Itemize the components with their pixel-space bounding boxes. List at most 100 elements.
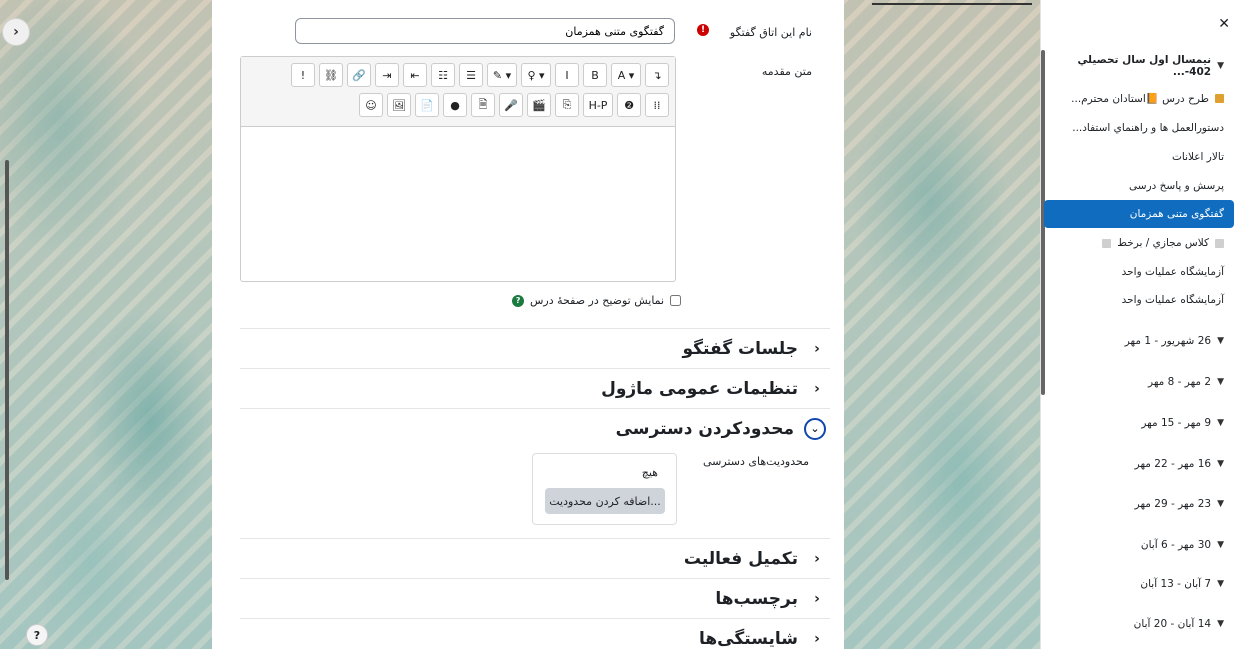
drawer-item-label: 23 مهر - 29 مهر — [1134, 498, 1212, 510]
section-title: برچسب‌ها — [715, 588, 798, 609]
toolbar-button-label: ☷ — [438, 68, 448, 82]
show-description-checkbox[interactable] — [670, 295, 682, 306]
chat-name-input[interactable] — [295, 18, 675, 44]
restrictions-none: هیچ — [641, 466, 658, 479]
toolbar-button-label: ● — [450, 98, 460, 112]
drawer-item[interactable]: گفتگوی متنی همزمان — [1044, 200, 1234, 228]
section-common-settings[interactable]: تنظیمات عمومی ماژول › — [240, 368, 830, 408]
intro-editor[interactable]: ! ⛓ 🔗 ⇥ ⇤ ☷ ☰ ✎ ▾ ♀ ▾ I B A ▾ ↴ ☺ 🖼 📄 ● 🗎 🎤 🎬 ⎘ H-P ❷ ⁞⁞ — [240, 56, 676, 282]
section-title: جلسات گفتگو — [682, 338, 798, 359]
toolbar-button[interactable]: 🎬 — [527, 93, 551, 117]
drawer-item[interactable]: تالار اعلانات — [1044, 143, 1234, 171]
drawer-item-label: 2 مهر - 8 مهر — [1148, 376, 1212, 388]
book-icon — [1215, 93, 1224, 103]
open-course-index-button[interactable]: › — [2, 18, 30, 46]
drawer-item[interactable]: کلاس مجازي / برخط — [1044, 229, 1234, 257]
toolbar-button[interactable]: ⁞⁞ — [645, 93, 669, 117]
toolbar-button[interactable]: ☷ — [431, 63, 455, 87]
toolbar-button[interactable]: ♀ ▾ — [521, 63, 551, 87]
toolbar-button[interactable]: 🖼 — [387, 93, 411, 117]
help-icon[interactable]: ? — [512, 294, 524, 307]
toolbar-button[interactable]: ✎ ▾ — [487, 63, 517, 87]
section-competencies[interactable]: شایستگی‌ها › — [240, 618, 830, 649]
toolbar-button[interactable]: B — [583, 63, 607, 87]
section-title: محدودکردن دسترسی — [615, 418, 794, 439]
chevron-down-icon: ▼ — [1217, 61, 1224, 71]
drawer-item[interactable]: آزمایشگاه عملیات واحد — [1044, 286, 1234, 314]
close-icon[interactable]: ✕ — [1218, 16, 1230, 32]
toolbar-button[interactable]: A ▾ — [611, 63, 641, 87]
toolbar-button[interactable]: ⛓ — [319, 63, 343, 87]
section-tags[interactable]: برچسب‌ها › — [240, 578, 830, 618]
drawer-item-label: 26 شهریور - 1 مهر — [1124, 335, 1212, 347]
drawer-item[interactable]: 30 مهر - 6 آبان ▼ — [1044, 531, 1234, 559]
drawer-item-label: تالار اعلانات — [1172, 151, 1224, 163]
toolbar-button-label: 🎬 — [532, 98, 546, 112]
restrictions-box: هیچ اضافه کردن محدودیت... — [532, 453, 677, 525]
drawer-item[interactable]: طرح درس 📙استادان محترم... — [1044, 84, 1234, 112]
drawer-item-label: کلاس مجازي / برخط — [1117, 237, 1209, 249]
chevron-down-icon: ▼ — [1217, 377, 1224, 387]
required-icon: ! — [697, 24, 709, 36]
toolbar-button[interactable]: 🔗 — [347, 63, 371, 87]
drawer-item[interactable]: 7 آبان - 13 آبان ▼ — [1044, 570, 1234, 598]
toolbar-button[interactable]: 🗎 — [471, 93, 495, 117]
toolbar-button-label: ⛓ — [324, 68, 338, 82]
chevron-right-icon: › — [814, 630, 820, 647]
toolbar-button[interactable]: H-P — [583, 93, 613, 117]
toolbar-button[interactable]: ● — [443, 93, 467, 117]
show-description-row: نمایش توضیح در صفحهٔ درس ? — [512, 294, 682, 307]
editor-text-area[interactable] — [241, 127, 675, 281]
chevron-right-icon: › — [814, 550, 820, 567]
section-activity-completion[interactable]: تکمیل فعالیت › — [240, 538, 830, 578]
toolbar-button[interactable]: I — [555, 63, 579, 87]
drawer-item[interactable]: دستورالعمل ها و راهنماي استفاد... — [1044, 114, 1234, 142]
drawer-item[interactable]: 16 مهر - 22 مهر ▼ — [1044, 450, 1234, 478]
drawer-item-label: 9 مهر - 15 مهر — [1141, 417, 1212, 429]
chevron-down-icon: ▼ — [1217, 459, 1224, 469]
toolbar-button-label: ✎ ▾ — [492, 68, 512, 82]
page-icon — [1215, 238, 1224, 248]
drawer-item[interactable]: 23 مهر - 29 مهر ▼ — [1044, 490, 1234, 518]
intro-label: متن مقدمه — [761, 65, 812, 78]
chevron-down-icon: ▼ — [1217, 540, 1224, 550]
toolbar-button[interactable]: 📄 — [415, 93, 439, 117]
toolbar-button[interactable]: ☰ — [459, 63, 483, 87]
drawer-item[interactable]: آزمایشگاه عملیات واحد — [1044, 258, 1234, 286]
page-scrollbar[interactable] — [5, 160, 9, 580]
toolbar-button-label: ⎘ — [562, 98, 572, 111]
drawer-item[interactable]: پرسش و پاسخ درسی — [1044, 172, 1234, 200]
drawer-item[interactable]: 2 مهر - 8 مهر ▼ — [1044, 368, 1234, 396]
toolbar-button[interactable]: ⎘ — [555, 93, 579, 117]
toolbar-button[interactable]: ⇥ — [375, 63, 399, 87]
main-content: نام این اتاق گفتگو ! متن مقدمه ! ⛓ 🔗 ⇥ ⇤ ☷ ☰ ✎ … — [212, 0, 1032, 649]
toolbar-button[interactable]: ⇤ — [403, 63, 427, 87]
toolbar-button-label: 🔗 — [352, 68, 366, 82]
drawer-item[interactable]: 9 مهر - 15 مهر ▼ — [1044, 409, 1234, 437]
toolbar-button-label: ♀ ▾ — [527, 68, 545, 82]
section-chat-sessions[interactable]: جلسات گفتگو › — [240, 328, 830, 368]
section-title: شایستگی‌ها — [699, 628, 798, 649]
toolbar-button[interactable]: ☺ — [359, 93, 383, 117]
toolbar-button-label: 🖼 — [392, 98, 406, 112]
section-title: تنظیمات عمومی ماژول — [601, 378, 798, 399]
toolbar-button-label: ↴ — [652, 68, 662, 82]
chevron-down-icon: ▼ — [1217, 619, 1224, 629]
section-restrict-access[interactable]: محدودکردن دسترسی ⌄ — [240, 408, 830, 448]
chevron-right-icon: › — [814, 590, 820, 607]
help-button[interactable]: ? — [26, 624, 48, 646]
toolbar-button[interactable]: ❷ — [617, 93, 641, 117]
restrictions-label: محدودیت‌های دسترسی — [703, 455, 809, 468]
drawer-item[interactable]: 14 آبان - 20 آبان ▼ — [1044, 610, 1234, 638]
toolbar-button[interactable]: ↴ — [645, 63, 669, 87]
drawer-item-label: طرح درس 📙استادان محترم... — [1071, 92, 1209, 105]
drawer-item[interactable]: 26 شهریور - 1 مهر ▼ — [1044, 327, 1234, 355]
drawer-item[interactable]: نیمسال اول سال تحصيلي 402-... ▼ — [1044, 52, 1234, 80]
toolbar-button[interactable]: ! — [291, 63, 315, 87]
name-label: نام این اتاق گفتگو — [729, 26, 812, 39]
drawer-item-label: نیمسال اول سال تحصيلي 402-... — [1077, 54, 1212, 78]
page-icon — [1102, 238, 1112, 248]
section-title: تکمیل فعالیت — [683, 548, 798, 569]
toolbar-button[interactable]: 🎤 — [499, 93, 523, 117]
add-restriction-button[interactable]: اضافه کردن محدودیت... — [545, 488, 665, 514]
